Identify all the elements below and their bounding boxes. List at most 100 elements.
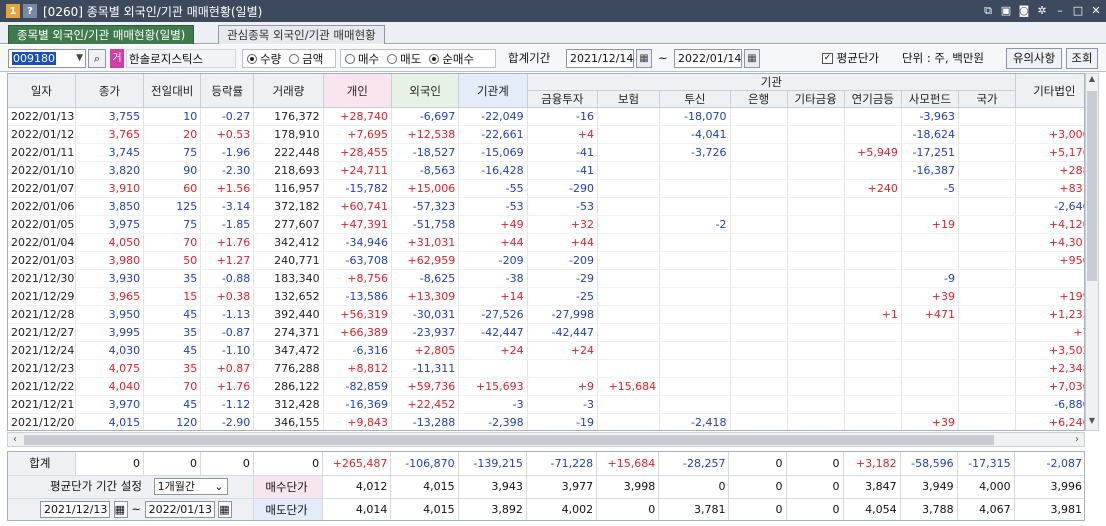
cell-other-corp: +1,233 — [1015, 305, 1084, 324]
close-icon[interactable]: ✕ — [1090, 5, 1102, 17]
stock-code-input[interactable]: 009180 ▼ — [8, 49, 86, 68]
col-nation[interactable]: 국가 — [958, 90, 1017, 108]
table-row[interactable]: 2022/01/05 3,975 75 -1.85 277,607 +47,391 -51,… — [8, 215, 1084, 234]
scroll-thumb[interactable] — [1087, 91, 1097, 281]
cell-date: 2022/01/10 — [8, 161, 76, 180]
date-from-input[interactable]: 2021/12/14 — [566, 49, 634, 68]
query-button[interactable]: 조회 — [1066, 48, 1098, 69]
notice-button[interactable]: 유의사항 — [1006, 48, 1062, 69]
cell-individual: -13,586 — [323, 287, 392, 306]
search-button[interactable]: ⌕ — [88, 49, 106, 68]
cell-bank — [730, 125, 788, 144]
cell-rate: -0.27 — [200, 107, 255, 126]
tab-watchlist[interactable]: 관심종목 외국인/기관 매매현황 — [218, 25, 385, 44]
col-private-fund[interactable]: 사모펀드 — [901, 90, 959, 108]
scroll-thumb[interactable] — [24, 435, 994, 445]
chevron-down-icon[interactable]: ▼ — [76, 50, 83, 67]
calendar-icon[interactable]: ▦ — [113, 501, 128, 518]
radio-sell[interactable]: 매도 — [387, 51, 421, 67]
col-change[interactable]: 전일대비 — [143, 74, 202, 108]
scroll-down-icon[interactable]: ▼ — [1086, 416, 1098, 430]
total-cell: -106,870 — [390, 452, 459, 476]
table-row[interactable]: 2022/01/13 3,755 10 -0.27 176,372 +28,740 -6,6… — [8, 107, 1084, 126]
col-trust[interactable]: 투신 — [659, 90, 731, 108]
radio-buy[interactable]: 매수 — [345, 51, 379, 67]
table-row[interactable]: 2021/12/24 4,030 45 -1.10 347,472 -6,316 +2,80… — [8, 341, 1084, 360]
table-row[interactable]: 2022/01/03 3,980 50 +1.27 240,771 -63,708 +62,… — [8, 251, 1084, 270]
col-individual[interactable]: 개인 — [323, 74, 392, 108]
avg-period-select[interactable]: 1개월간 ⌄ — [153, 478, 228, 495]
avg-date-to-input[interactable]: 2022/01/13 — [144, 501, 215, 518]
cell-rate: +1.27 — [200, 251, 255, 270]
col-other-fin[interactable]: 기타금융 — [787, 90, 845, 108]
calendar-icon[interactable]: ▦ — [744, 49, 760, 68]
col-foreign[interactable]: 외국인 — [391, 74, 460, 108]
cell-fin-invest: +44 — [527, 233, 598, 252]
table-row[interactable]: 2022/01/07 3,910 60 +1.56 116,957 -15,782 +15,… — [8, 179, 1084, 198]
avg-price-checkbox[interactable]: ✓ 평균단가 — [822, 49, 879, 68]
table-row[interactable]: 2021/12/22 4,040 70 +1.76 286,122 -82,859 +59,… — [8, 377, 1084, 396]
radio-quantity[interactable]: 수량 — [247, 51, 281, 67]
chevron-down-icon[interactable]: ⌄ — [214, 479, 223, 494]
table-row[interactable]: 2022/01/12 3,765 20 +0.53 178,910 +7,695 +12,5… — [8, 125, 1084, 144]
maximize-icon[interactable]: □ — [1072, 5, 1084, 17]
cell-foreign: +15,006 — [391, 179, 460, 198]
trading-table[interactable]: 일자 종가 전일대비 등락률 거래량 개인 외국인 기관계 기관 기타법인 기 … — [7, 73, 1085, 431]
radio-dot-icon — [289, 53, 300, 64]
cell-insurance — [597, 323, 661, 342]
tab-stock-daily[interactable]: 종목별 외국인/기관 매매현황(일별) — [8, 25, 195, 44]
link-icon[interactable]: ⧉ — [982, 5, 994, 17]
cell-volume: 132,652 — [253, 287, 324, 306]
col-date[interactable]: 일자 — [8, 74, 76, 108]
cell-foreign: -18,527 — [391, 143, 460, 162]
horizontal-scrollbar[interactable]: ‹ › — [7, 432, 1085, 447]
col-volume[interactable]: 거래량 — [253, 74, 324, 108]
col-close[interactable]: 종가 — [75, 74, 145, 108]
sell-price-cell: 4,015 — [390, 498, 459, 520]
cell-rate: +0.38 — [200, 287, 255, 306]
table-row[interactable]: 2021/12/27 3,995 35 -0.87 274,371 +66,389 -23,… — [8, 323, 1084, 342]
cell-individual: -63,708 — [323, 251, 392, 270]
cell-pension: +5,949 — [844, 143, 902, 162]
minimize-icon[interactable]: – — [1054, 5, 1066, 17]
radio-amount[interactable]: 금액 — [289, 51, 323, 67]
table-row[interactable]: 2021/12/21 3,970 45 -1.12 312,428 -16,369 +22,… — [8, 395, 1084, 414]
col-rate[interactable]: 등락률 — [200, 74, 255, 108]
table-row[interactable]: 2022/01/04 4,050 70 +1.76 342,412 -34,946 +31,… — [8, 233, 1084, 252]
cell-bank — [730, 287, 788, 306]
cell-pension — [844, 197, 902, 216]
date-to-input[interactable]: 2022/01/14 — [674, 49, 742, 68]
table-row[interactable]: 2021/12/30 3,930 35 -0.88 183,340 +8,756 -8,62… — [8, 269, 1084, 288]
avg-date-from-input[interactable]: 2021/12/13 — [40, 501, 110, 518]
col-pension[interactable]: 연기금등 — [844, 90, 902, 108]
cell-other-corp: +7 — [1015, 323, 1084, 342]
cell-bank — [730, 377, 788, 396]
col-inst-total[interactable]: 기관계 — [458, 74, 528, 108]
radio-net-buy[interactable]: 순매수 — [429, 51, 474, 67]
cell-pension — [844, 125, 902, 144]
window-number-badge[interactable]: 1 — [6, 4, 20, 18]
calendar-icon[interactable]: ▦ — [636, 49, 652, 68]
table-row[interactable]: 2021/12/28 3,950 45 -1.13 392,440 +56,319 -30,… — [8, 305, 1084, 324]
col-insurance[interactable]: 보험 — [597, 90, 661, 108]
col-other-corp[interactable]: 기타법인 — [1015, 74, 1084, 108]
gear-icon[interactable]: ✲ — [1036, 5, 1048, 17]
table-row[interactable]: 2021/12/23 4,075 35 +0.87 776,288 +8,812 -11,3… — [8, 359, 1084, 378]
scroll-left-icon[interactable]: ‹ — [8, 433, 22, 446]
help-badge[interactable]: ? — [23, 4, 37, 18]
table-row[interactable]: 2022/01/11 3,745 75 -1.96 222,448 +28,455 -18,… — [8, 143, 1084, 162]
cell-individual: +8,812 — [323, 359, 392, 378]
table-row[interactable]: 2022/01/06 3,850 125 -3.14 372,182 +60,741 -57… — [8, 197, 1084, 216]
cell-close: 3,850 — [75, 197, 145, 216]
camera-icon[interactable]: ◙ — [1018, 5, 1030, 17]
col-bank[interactable]: 은행 — [730, 90, 788, 108]
table-row[interactable]: 2021/12/29 3,965 15 +0.38 132,652 -13,586 +13,… — [8, 287, 1084, 306]
scroll-right-icon[interactable]: › — [1070, 433, 1084, 446]
calendar-icon[interactable]: ▦ — [218, 501, 233, 518]
table-row[interactable]: 2021/12/20 4,015 120 -2.90 346,155 +9,843 -13,… — [8, 413, 1084, 430]
col-fin-invest[interactable]: 금융투자 — [527, 90, 598, 108]
vertical-scrollbar[interactable]: ▲ ▼ — [1085, 73, 1099, 431]
save-icon[interactable]: ▣ — [1000, 5, 1012, 17]
scroll-up-icon[interactable]: ▲ — [1086, 74, 1098, 88]
table-row[interactable]: 2022/01/10 3,820 90 -2.30 218,693 +24,711 -8,5… — [8, 161, 1084, 180]
